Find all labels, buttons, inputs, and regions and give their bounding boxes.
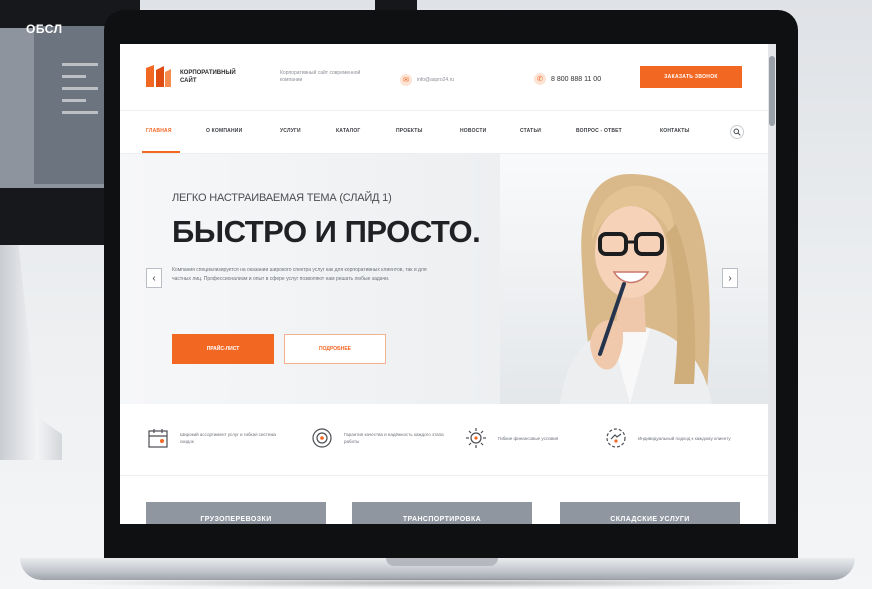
hero-title: БЫСТРО И ПРОСТО.	[172, 214, 481, 249]
feature-text: Индивидуальный подход к каждому клиенту	[638, 435, 731, 441]
background-card-line	[62, 99, 86, 102]
nav-item-home[interactable]: ГЛАВНАЯ	[146, 128, 172, 134]
hero-description: Компания специализируется на оказании ши…	[172, 267, 427, 282]
features-row: Широкий ассортимент услуг и гибкая систе…	[120, 404, 768, 476]
nav-item-news[interactable]: НОВОСТИ	[460, 128, 486, 134]
main-nav: ГЛАВНАЯ О КОМПАНИИ УСЛУГИ КАТАЛОГ ПРОЕКТ…	[120, 110, 768, 154]
nav-item-contacts[interactable]: КОНТАКТЫ	[660, 128, 690, 134]
feature-item: Гарантия качества и надёжность каждого э…	[310, 426, 444, 450]
background-card-line	[62, 111, 98, 114]
coin-sun-icon	[466, 428, 486, 448]
background-card-line	[62, 87, 98, 90]
background-monitor-card	[34, 26, 108, 184]
nav-item-projects[interactable]: ПРОЕКТЫ	[396, 128, 423, 134]
background-card-line	[62, 63, 98, 66]
background-card-line	[62, 75, 86, 78]
chevron-left-icon: ‹	[152, 272, 156, 284]
scrollbar-thumb[interactable]	[769, 56, 775, 126]
service-card[interactable]: ГРУЗОПЕРЕВОЗКИ	[146, 502, 326, 524]
email-icon: ✉	[400, 74, 412, 86]
logo-icon[interactable]	[144, 62, 172, 90]
feature-text: Гарантия качества и надёжность каждого э…	[344, 432, 444, 444]
background-monitor-stand	[0, 245, 62, 460]
slider-next-button[interactable]: ›	[722, 268, 738, 288]
header-email[interactable]: ✉ info@aspro24.ru	[400, 74, 454, 86]
header-phone[interactable]: ✆ 8 800 888 11 00	[534, 73, 601, 85]
nav-active-underline	[142, 151, 180, 153]
hero-subtitle: ЛЕГКО НАСТРАИВАЕМАЯ ТЕМА (СЛАЙД 1)	[172, 192, 392, 204]
nav-item-about[interactable]: О КОМПАНИИ	[206, 128, 242, 134]
nav-item-services[interactable]: УСЛУГИ	[280, 128, 301, 134]
handshake-icon	[606, 428, 626, 448]
hero-woman-photo	[560, 174, 712, 404]
quality-badge-icon	[312, 428, 332, 448]
more-details-button[interactable]: ПОДРОБНЕЕ	[284, 334, 386, 364]
site-header: КОРПОРАТИВНЫЙ САЙТ Корпоративный сайт со…	[120, 44, 768, 110]
header-email-text: info@aspro24.ru	[417, 77, 455, 83]
service-card[interactable]: СКЛАДСКИЕ УСЛУГИ	[560, 502, 740, 524]
service-card[interactable]: ТРАНСПОРТИРОВКА	[352, 502, 532, 524]
feature-text: Широкий ассортимент услуг и гибкая систе…	[180, 432, 276, 444]
chevron-right-icon: ›	[728, 272, 732, 284]
background-card-title: ОБСЛ	[26, 22, 63, 36]
slider-prev-button[interactable]: ‹	[146, 268, 162, 288]
phone-icon: ✆	[534, 73, 546, 85]
price-list-button[interactable]: ПРАЙС-ЛИСТ	[172, 334, 274, 364]
site-tagline: Корпоративный сайт современной компании	[280, 70, 361, 83]
feature-item: Индивидуальный подход к каждому клиенту	[604, 426, 738, 450]
logo-text[interactable]: КОРПОРАТИВНЫЙ САЙТ	[180, 69, 250, 85]
header-phone-text: 8 800 888 11 00	[551, 75, 602, 83]
hero-slider: ЛЕГКО НАСТРАИВАЕМАЯ ТЕМА (СЛАЙД 1) БЫСТР…	[120, 154, 768, 404]
background-camera	[375, 0, 417, 10]
calendar-icon	[148, 429, 168, 448]
laptop-shadow	[60, 578, 820, 588]
nav-item-catalog[interactable]: КАТАЛОГ	[336, 128, 360, 134]
nav-item-articles[interactable]: СТАТЬИ	[520, 128, 541, 134]
callback-button[interactable]: ЗАКАЗАТЬ ЗВОНОК	[640, 66, 742, 88]
service-cards: ГРУЗОПЕРЕВОЗКИ ТРАНСПОРТИРОВКА СКЛАДСКИЕ…	[120, 476, 768, 524]
feature-text: Гибкие финансовые условия	[498, 435, 559, 441]
scrollbar[interactable]	[768, 44, 776, 524]
feature-item: Широкий ассортимент услуг и гибкая систе…	[146, 426, 280, 450]
nav-item-faq[interactable]: ВОПРОС - ОТВЕТ	[576, 128, 622, 134]
feature-item: Гибкие финансовые условия	[464, 426, 598, 450]
laptop-notch	[386, 558, 498, 566]
search-icon	[733, 128, 741, 136]
search-button[interactable]	[730, 125, 744, 139]
laptop-screen: КОРПОРАТИВНЫЙ САЙТ Корпоративный сайт со…	[120, 44, 776, 524]
